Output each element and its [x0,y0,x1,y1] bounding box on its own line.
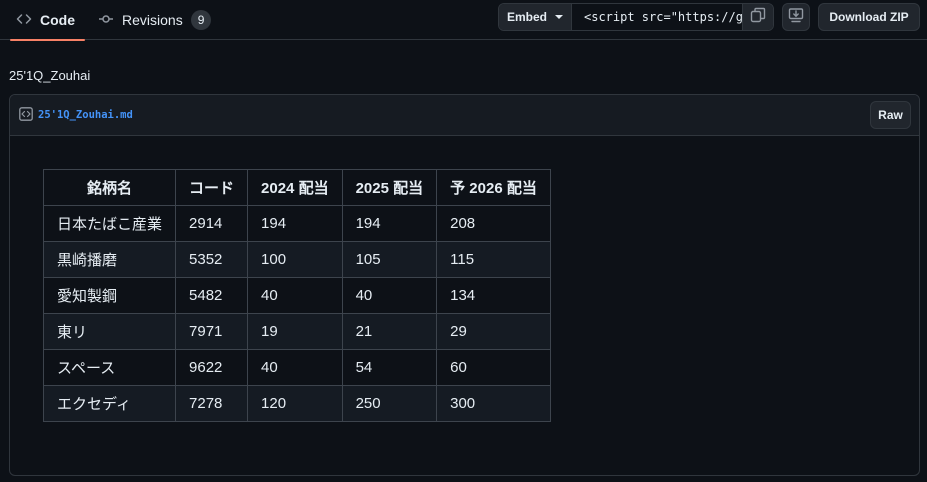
table-row: 愛知製鋼 5482 40 40 134 [42,277,551,314]
table-header-row: 銘柄名 コード 2024 配当 2025 配当 予 2026 配当 [42,169,551,206]
column-header: 2025 配当 [341,169,438,206]
table-cell: 愛知製鋼 [42,277,177,314]
table-cell: 105 [341,241,438,278]
table-cell: 東リ [42,313,177,350]
table-cell: 54 [341,349,438,386]
table-cell: 黒崎播磨 [42,241,177,278]
column-header: 2024 配当 [247,169,343,206]
table-cell: 5482 [175,277,249,314]
table-cell: 115 [436,241,551,278]
table-cell: 40 [247,349,343,386]
copy-button[interactable] [742,4,773,30]
table-row: 日本たばこ産業 2914 194 194 208 [42,205,551,242]
table-cell: 194 [247,205,343,242]
dividend-table: 銘柄名 コード 2024 配当 2025 配当 予 2026 配当 日本たばこ産… [42,169,551,422]
table-cell: 134 [436,277,551,314]
table-cell: 120 [247,385,343,422]
table-row: 黒崎播磨 5352 100 105 115 [42,241,551,278]
file-header: 25'1Q_Zouhai.md Raw [10,95,919,136]
gist-description: 25'1Q_Zouhai [9,68,91,83]
table-cell: 5352 [175,241,249,278]
embed-dropdown-button[interactable]: Embed [499,4,572,30]
tab-revisions-label: Revisions [122,12,183,28]
table-cell: 21 [341,313,438,350]
file-name-link[interactable]: 25'1Q_Zouhai.md [38,109,133,121]
table-cell: 100 [247,241,343,278]
copy-icon [750,7,766,28]
tab-active-underline [10,39,85,41]
table-cell: 7971 [175,313,249,350]
table-row: 東リ 7971 19 21 29 [42,313,551,350]
caret-down-icon [555,15,563,19]
open-in-desktop-button[interactable] [782,3,810,31]
table-cell: エクセディ [42,385,177,422]
table-row: エクセディ 7278 120 250 300 [42,385,551,422]
revisions-counter: 9 [190,10,212,30]
code-icon [16,11,32,30]
commit-icon [98,11,114,30]
embed-group: Embed [498,3,774,31]
tab-code-label: Code [40,12,75,28]
embed-code-input[interactable] [572,4,742,30]
table-row: スペース 9622 40 54 60 [42,349,551,386]
download-zip-button[interactable]: Download ZIP [818,3,920,31]
embed-label: Embed [506,10,547,24]
table-cell: 7278 [175,385,249,422]
raw-button[interactable]: Raw [870,101,911,129]
desktop-download-icon [788,7,804,28]
table-cell: 19 [247,313,343,350]
tab-code[interactable]: Code [10,0,85,41]
table-cell: 250 [341,385,438,422]
table-cell: 9622 [175,349,249,386]
table-cell: 60 [436,349,551,386]
table-cell: 40 [247,277,343,314]
column-header: 銘柄名 [42,169,177,206]
table-cell: 2914 [175,205,249,242]
table-cell: スペース [42,349,177,386]
table-cell: 日本たばこ産業 [42,205,177,242]
file-code-icon [19,107,33,121]
gist-toolbar: Code Revisions 9 Embed Download ZIP [0,0,927,41]
table-cell: 194 [341,205,438,242]
table-cell: 208 [436,205,551,242]
table-cell: 300 [436,385,551,422]
tab-revisions[interactable]: Revisions 9 [98,0,212,40]
file-container: 25'1Q_Zouhai.md Raw 銘柄名 コード 2024 配当 2025… [9,94,920,476]
table-cell: 29 [436,313,551,350]
column-header: 予 2026 配当 [436,169,551,206]
column-header: コード [175,169,249,206]
table-cell: 40 [341,277,438,314]
